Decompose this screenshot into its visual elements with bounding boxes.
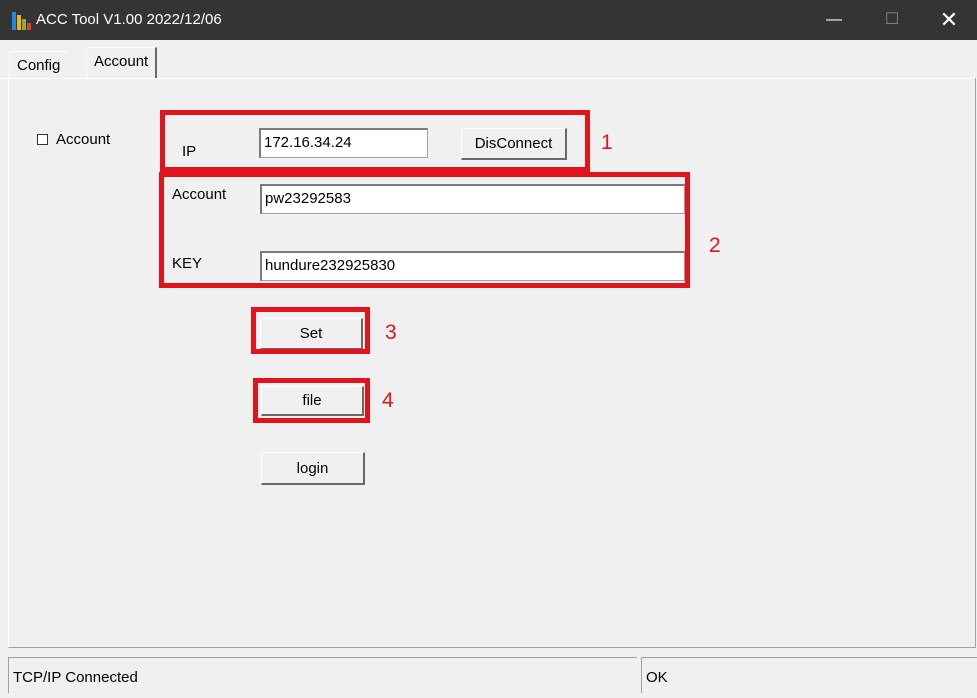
app-icon bbox=[12, 12, 31, 30]
minimize-icon[interactable]: — bbox=[810, 0, 858, 40]
login-button[interactable]: login bbox=[261, 452, 365, 485]
highlight-box-2 bbox=[159, 172, 690, 288]
maximize-icon[interactable]: ☐ bbox=[868, 0, 916, 40]
account-checkbox[interactable]: Account bbox=[37, 130, 110, 148]
window-title: ACC Tool V1.00 2022/12/06 bbox=[36, 11, 222, 28]
highlight-box-4 bbox=[253, 378, 370, 423]
checkbox-box[interactable] bbox=[37, 133, 48, 145]
account-checkbox-label: Account bbox=[56, 130, 111, 148]
close-icon[interactable]: ✕ bbox=[925, 0, 973, 40]
annotation-number-4: 4 bbox=[382, 389, 394, 412]
highlight-box-3 bbox=[251, 307, 370, 354]
status-bar: TCP/IP Connected OK bbox=[0, 657, 977, 693]
annotation-number-3: 3 bbox=[385, 321, 397, 344]
annotation-number-2: 2 bbox=[709, 234, 721, 257]
annotation-number-1: 1 bbox=[601, 131, 613, 154]
status-result: OK bbox=[641, 657, 977, 693]
title-bar: ACC Tool V1.00 2022/12/06 — ☐ ✕ bbox=[0, 0, 977, 40]
highlight-box-1 bbox=[160, 110, 590, 172]
tab-config[interactable]: Config bbox=[9, 51, 68, 78]
status-connection: TCP/IP Connected bbox=[8, 657, 637, 693]
tab-account[interactable]: Account bbox=[86, 47, 158, 78]
